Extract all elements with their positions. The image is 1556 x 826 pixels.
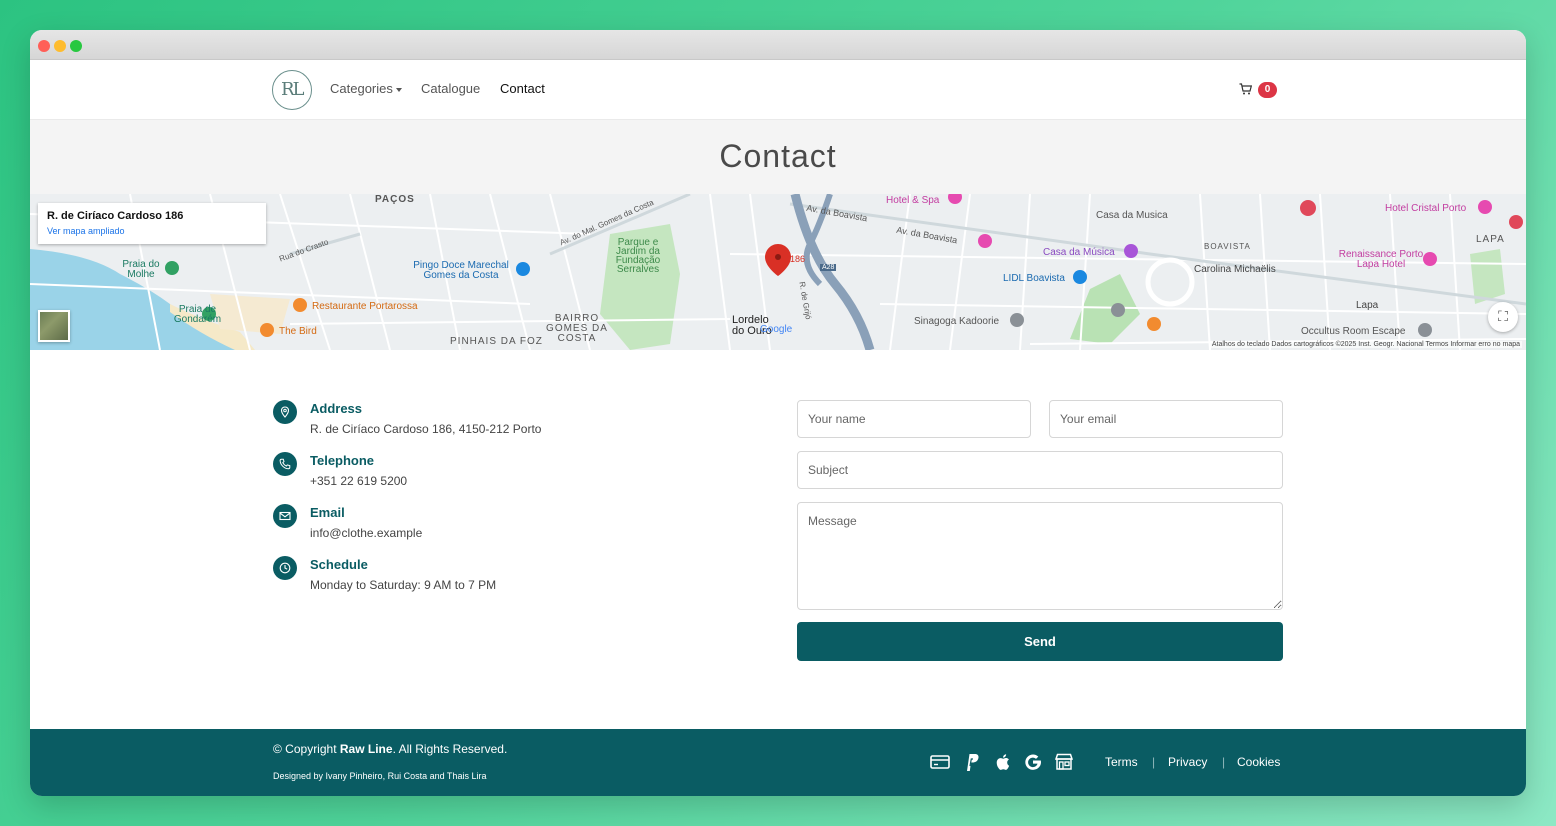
telephone-title: Telephone bbox=[310, 453, 375, 468]
cart-count-badge: 0 bbox=[1258, 82, 1277, 98]
location-pin-icon bbox=[273, 400, 297, 424]
footer: © Copyright Raw Line. All Rights Reserve… bbox=[30, 729, 1526, 796]
maximize-window-button[interactable] bbox=[70, 40, 82, 52]
map-label-occultus: Occultus Room Escape bbox=[1301, 326, 1406, 337]
credit-card-icon bbox=[929, 751, 951, 773]
subject-input[interactable] bbox=[797, 451, 1283, 489]
map-label-renaissance: Renaissance Porto Lapa Hotel bbox=[1338, 249, 1424, 270]
nav-catalogue-link[interactable]: Catalogue bbox=[421, 81, 480, 96]
map-place-title: R. de Ciríaco Cardoso 186 bbox=[47, 210, 184, 222]
brand-name: Raw Line bbox=[339, 742, 393, 756]
nav-categories-label: Categories bbox=[330, 81, 393, 96]
browser-window: RL Categories Catalogue Contact 0 Contac… bbox=[30, 30, 1526, 796]
phone-icon bbox=[273, 452, 297, 476]
map-attribution: Atalhos do teclado Dados cartográficos ©… bbox=[1209, 341, 1522, 348]
map-label-casa-musica-metro: Casa da Musica bbox=[1096, 210, 1168, 221]
email-input[interactable] bbox=[1049, 400, 1283, 438]
embedded-map[interactable]: PAÇOS Rua do Crasto Praia do Molhe Praia… bbox=[30, 194, 1526, 350]
page-header: Contact bbox=[30, 120, 1526, 194]
clock-icon bbox=[273, 556, 297, 580]
title-bar bbox=[30, 30, 1526, 60]
map-satellite-toggle[interactable] bbox=[38, 310, 70, 342]
map-label-praia-molhe: Praia do Molhe bbox=[122, 259, 160, 280]
google-logo: Google bbox=[760, 324, 793, 335]
name-input[interactable] bbox=[797, 400, 1031, 438]
nav-categories-dropdown[interactable]: Categories bbox=[330, 81, 402, 96]
cart-icon[interactable] bbox=[1239, 83, 1253, 99]
map-label-the-bird: The Bird bbox=[279, 326, 317, 337]
footer-separator: | bbox=[1152, 755, 1156, 769]
map-label-lapa-area: LAPA bbox=[1476, 234, 1505, 245]
map-label-pacos: PAÇOS bbox=[375, 194, 415, 205]
logo[interactable]: RL bbox=[272, 70, 312, 110]
telephone-value: +351 22 619 5200 bbox=[310, 474, 408, 488]
fullscreen-icon[interactable]: ⛶ bbox=[1488, 302, 1518, 332]
map-label-pingo-doce: Pingo Doce Marechal Gomes da Costa bbox=[413, 260, 509, 281]
copyright: © Copyright Raw Line. All Rights Reserve… bbox=[273, 742, 507, 756]
map-label-boavista: BOAVISTA bbox=[1204, 242, 1251, 251]
map-label-sinagoga: Sinagoga Kadoorie bbox=[914, 316, 1000, 327]
address-title: Address bbox=[310, 401, 363, 416]
privacy-link[interactable]: Privacy bbox=[1168, 755, 1207, 769]
map-label-parque: Parque e Jardim da Fundação Serralves bbox=[615, 237, 661, 275]
copyright-suffix: . All Rights Reserved. bbox=[392, 742, 508, 756]
store-icon bbox=[1053, 751, 1075, 773]
schedule-value: Monday to Saturday: 9 AM to 7 PM bbox=[310, 578, 497, 592]
apple-icon bbox=[992, 751, 1014, 773]
copyright-prefix: © Copyright bbox=[273, 742, 340, 756]
address-value: R. de Ciríaco Cardoso 186, 4150-212 Port… bbox=[310, 422, 542, 436]
map-place-card: R. de Ciríaco Cardoso 186 Ver mapa ampli… bbox=[38, 203, 266, 244]
schedule-title: Schedule bbox=[310, 557, 368, 572]
envelope-icon bbox=[273, 504, 297, 528]
map-label-hotel-cristal: Hotel Cristal Porto bbox=[1385, 203, 1467, 214]
minimize-window-button[interactable] bbox=[54, 40, 66, 52]
map-label-carolina: Carolina Michaëlis bbox=[1194, 264, 1276, 275]
email-title: Email bbox=[310, 505, 345, 520]
map-label-pin-number: 186 bbox=[790, 254, 806, 264]
map-label-portarossa: Restaurante Portarossa bbox=[312, 301, 418, 312]
map-label-pinhais: PINHAIS DA FOZ bbox=[450, 336, 543, 347]
send-button[interactable]: Send bbox=[797, 622, 1283, 661]
close-window-button[interactable] bbox=[38, 40, 50, 52]
google-icon bbox=[1022, 751, 1044, 773]
cookies-link[interactable]: Cookies bbox=[1237, 755, 1280, 769]
paypal-icon bbox=[961, 751, 983, 773]
logo-text: RL bbox=[281, 79, 304, 100]
map-label-praia-gondarem: Praia de Gondarém bbox=[173, 304, 222, 325]
map-label-casa-musica: Casa da Música bbox=[1043, 247, 1115, 258]
map-label-bairro: BAIRRO GOMES DA COSTA bbox=[546, 313, 608, 344]
nav-contact-link[interactable]: Contact bbox=[500, 81, 545, 96]
map-larger-link[interactable]: Ver mapa ampliado bbox=[47, 226, 125, 236]
footer-separator: | bbox=[1222, 755, 1226, 769]
designed-by: Designed by Ivany Pinheiro, Rui Costa an… bbox=[273, 771, 487, 781]
email-value: info@clothe.example bbox=[310, 526, 423, 540]
map-label-lidl: LIDL Boavista bbox=[1003, 273, 1065, 284]
terms-link[interactable]: Terms bbox=[1105, 755, 1138, 769]
message-textarea[interactable] bbox=[797, 502, 1283, 610]
caret-down-icon bbox=[395, 87, 402, 92]
map-label-lapa: Lapa bbox=[1356, 300, 1379, 311]
map-label-hotel-spa: Hotel & Spa bbox=[886, 195, 940, 206]
page-title: Contact bbox=[719, 138, 837, 174]
navbar: RL Categories Catalogue Contact 0 bbox=[30, 60, 1526, 120]
map-label-a28: A28 bbox=[820, 264, 837, 271]
